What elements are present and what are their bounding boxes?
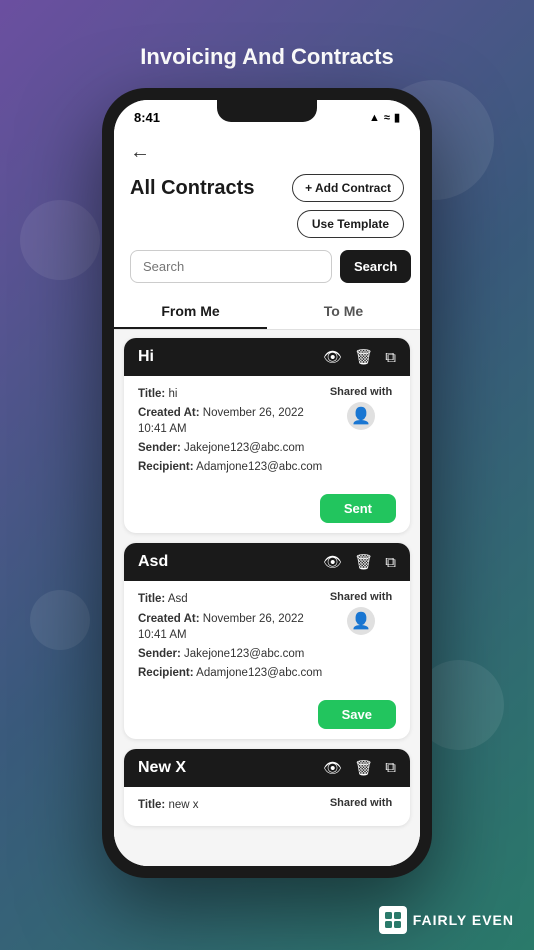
add-contract-button[interactable]: + Add Contract <box>292 174 404 202</box>
search-input[interactable] <box>130 250 332 283</box>
card-body-hi: Title: hi Created At: November 26, 2022 … <box>124 376 410 488</box>
shared-section-asd: Shared with 👤 <box>326 591 396 635</box>
card-body-asd: Title: Asd Created At: November 26, 2022… <box>124 581 410 693</box>
delete-icon-newx[interactable]: 🗑 <box>354 759 373 777</box>
tab-to-me[interactable]: To Me <box>267 293 420 329</box>
detail-title-asd: Title: Asd <box>138 591 326 607</box>
phone-notch <box>217 100 317 122</box>
detail-title-hi: Title: hi <box>138 386 326 402</box>
tabs-row: From Me To Me <box>114 293 420 330</box>
detail-recipient-asd: Recipient: Adamjone123@abc.com <box>138 665 326 681</box>
sent-button-hi[interactable]: Sent <box>320 494 396 523</box>
wifi-icon: ≈ <box>384 112 390 124</box>
battery-icon: ▮ <box>394 111 400 124</box>
card-header-newx: New X 👁 🗑 ⧉ <box>124 749 410 787</box>
logo-bar: FAIRLY EVEN <box>379 906 514 934</box>
phone-frame: 8:41 ▲ ≈ ▮ ← All Contracts + Add Contrac… <box>102 88 432 878</box>
detail-recipient-hi: Recipient: Adamjone123@abc.com <box>138 459 326 475</box>
card-details-hi: Title: hi Created At: November 26, 2022 … <box>138 386 326 478</box>
shared-section-hi: Shared with 👤 <box>326 386 396 430</box>
view-icon-asd[interactable]: 👁 <box>323 553 342 571</box>
contract-card-newx: New X 👁 🗑 ⧉ Title: new x <box>124 749 410 826</box>
bg-decoration-2 <box>20 200 100 280</box>
detail-created-asd: Created At: November 26, 2022 10:41 AM <box>138 611 326 643</box>
delete-icon-hi[interactable]: 🗑 <box>354 348 373 366</box>
signal-icon: ▲ <box>369 112 380 124</box>
view-icon-hi[interactable]: 👁 <box>323 348 342 366</box>
back-bar: ← <box>114 131 420 170</box>
view-icon-newx[interactable]: 👁 <box>323 759 342 777</box>
copy-icon-newx[interactable]: ⧉ <box>385 759 396 776</box>
card-details-newx: Title: new x <box>138 797 326 816</box>
status-time: 8:41 <box>134 110 160 125</box>
shared-section-newx: Shared with <box>326 797 396 809</box>
logo-text: FAIRLY EVEN <box>413 912 514 928</box>
card-header-hi: Hi 👁 🗑 ⧉ <box>124 338 410 376</box>
card-details-asd: Title: Asd Created At: November 26, 2022… <box>138 591 326 683</box>
status-icons: ▲ ≈ ▮ <box>369 111 400 124</box>
detail-created-hi: Created At: November 26, 2022 10:41 AM <box>138 405 326 437</box>
avatar-hi: 👤 <box>347 402 375 430</box>
card-actions-newx: 👁 🗑 ⧉ <box>323 759 396 777</box>
header-row: All Contracts + Add Contract <box>114 170 420 210</box>
delete-icon-asd[interactable]: 🗑 <box>354 553 373 571</box>
contract-card-asd: Asd 👁 🗑 ⧉ Title: Asd <box>124 543 410 738</box>
avatar-asd: 👤 <box>347 607 375 635</box>
use-template-row: Use Template <box>114 210 420 246</box>
contract-card-hi: Hi 👁 🗑 ⧉ Title: hi <box>124 338 410 533</box>
card-footer-hi: Sent <box>124 488 410 533</box>
bg-decoration-4 <box>30 590 90 650</box>
page-title: Invoicing And Contracts <box>140 44 393 70</box>
detail-sender-asd: Sender: Jakejone123@abc.com <box>138 646 326 662</box>
save-button-asd[interactable]: Save <box>318 700 396 729</box>
use-template-button[interactable]: Use Template <box>297 210 404 238</box>
phone-screen: 8:41 ▲ ≈ ▮ ← All Contracts + Add Contrac… <box>114 100 420 866</box>
card-body-newx: Title: new x Shared with <box>124 787 410 826</box>
back-button[interactable]: ← <box>130 141 150 163</box>
detail-title-newx: Title: new x <box>138 797 326 813</box>
card-title-asd: Asd <box>138 553 168 571</box>
card-footer-asd: Save <box>124 694 410 739</box>
copy-icon-hi[interactable]: ⧉ <box>385 349 396 366</box>
all-contracts-title: All Contracts <box>130 177 254 200</box>
card-actions-asd: 👁 🗑 ⧉ <box>323 553 396 571</box>
card-title-hi: Hi <box>138 348 154 366</box>
detail-sender-hi: Sender: Jakejone123@abc.com <box>138 440 326 456</box>
app-content: ← All Contracts + Add Contract Use Templ… <box>114 131 420 866</box>
search-row: Search <box>114 246 420 293</box>
card-actions-hi: 👁 🗑 ⧉ <box>323 348 396 366</box>
contracts-list: Hi 👁 🗑 ⧉ Title: hi <box>114 330 420 866</box>
copy-icon-asd[interactable]: ⧉ <box>385 554 396 571</box>
logo-icon <box>379 906 407 934</box>
card-title-newx: New X <box>138 759 186 777</box>
search-button[interactable]: Search <box>340 250 411 283</box>
card-header-asd: Asd 👁 🗑 ⧉ <box>124 543 410 581</box>
tab-from-me[interactable]: From Me <box>114 293 267 329</box>
